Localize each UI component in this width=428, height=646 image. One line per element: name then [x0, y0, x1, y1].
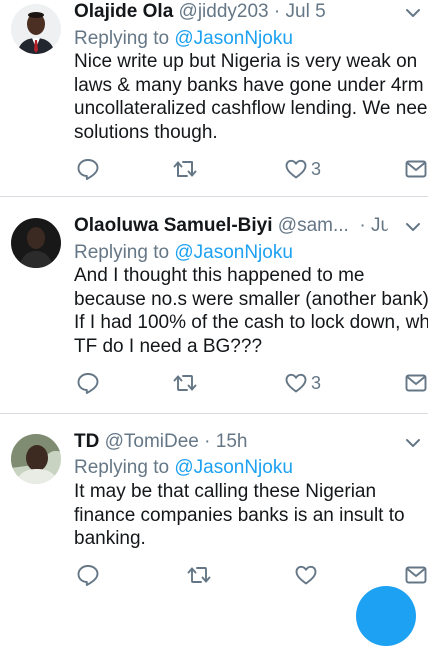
retweet-icon: [186, 563, 212, 587]
tweet-text-line: It may be that calling these Nigerian: [74, 481, 377, 502]
avatar[interactable]: [11, 434, 61, 484]
retweet-icon: [172, 371, 198, 395]
like-button[interactable]: 3: [284, 155, 321, 183]
tweet[interactable]: TD @TomiDee · 15h Replying to @JasonNjok…: [0, 414, 428, 600]
reply-icon: [76, 157, 100, 181]
message-icon: [404, 563, 428, 587]
avatar[interactable]: [11, 4, 61, 54]
mention-link[interactable]: @JasonNjoku: [174, 242, 293, 263]
tweet[interactable]: Olajide Ola @jiddy203 · Jul 5 Replying t…: [0, 0, 428, 196]
dot-separator: ·: [354, 215, 366, 236]
tweet-actions: 3: [74, 369, 428, 397]
timestamp[interactable]: Jul 5: [286, 1, 326, 22]
mention-link[interactable]: @JasonNjoku: [174, 28, 293, 49]
tweet-text-line: finance companies banks is an insult to: [74, 504, 405, 526]
tweet-header: Olajide Ola @jiddy203 · Jul 5: [74, 0, 388, 24]
like-count: 3: [311, 372, 322, 393]
dot-separator: ·: [273, 1, 281, 22]
reply-button[interactable]: [76, 561, 100, 589]
replying-to: Replying to @JasonNjoku: [74, 456, 293, 480]
display-name[interactable]: Olaoluwa Samuel-Biyi: [74, 215, 273, 236]
retweet-button[interactable]: [172, 155, 198, 183]
like-button[interactable]: 3: [284, 369, 321, 397]
tweet-text-line: Nice write up but Nigeria is very weak o…: [74, 51, 418, 72]
like-icon: [294, 563, 318, 587]
like-button[interactable]: [294, 561, 321, 589]
reply-button[interactable]: [76, 155, 100, 183]
message-button[interactable]: [404, 155, 428, 183]
like-count: 3: [311, 158, 322, 179]
tweet-text-line: And I thought this happened to me: [74, 265, 365, 286]
like-icon: [284, 371, 308, 395]
display-name[interactable]: TD: [74, 431, 99, 452]
replying-prefix: Replying to: [74, 28, 170, 49]
retweet-icon: [172, 157, 198, 181]
tweet-text: Nice write up but Nigeria is very weak o…: [74, 50, 428, 144]
handle[interactable]: @sam...: [278, 215, 349, 236]
tweet-text-line: TF do I need a BG???: [74, 335, 263, 357]
handle[interactable]: @TomiDee: [105, 431, 199, 452]
chevron-down-icon[interactable]: [404, 434, 422, 452]
message-button[interactable]: [404, 369, 428, 397]
avatar[interactable]: [11, 218, 61, 268]
like-icon: [284, 157, 308, 181]
mention-link[interactable]: @JasonNjoku: [174, 457, 293, 478]
reply-button[interactable]: [76, 369, 100, 397]
timestamp[interactable]: 15h: [216, 431, 248, 452]
message-icon: [404, 157, 428, 181]
tweet[interactable]: Olaoluwa Samuel-Biyi @sam... · Jul 5 Rep…: [0, 197, 428, 413]
timestamp[interactable]: Jul 5: [371, 215, 388, 236]
dot-separator: ·: [204, 431, 211, 452]
tweet-actions: 3: [74, 155, 428, 183]
replying-prefix: Replying to: [74, 457, 170, 478]
tweet-actions: [74, 561, 428, 589]
retweet-button[interactable]: [172, 369, 198, 397]
display-name[interactable]: Olajide Ola: [74, 1, 173, 22]
tweet-text-line: laws & many banks have gone under 4rm: [74, 74, 424, 96]
tweet-text-line: because no.s were smaller (another bank)…: [74, 288, 428, 310]
message-button[interactable]: [404, 561, 428, 589]
replying-prefix: Replying to: [74, 242, 170, 263]
tweet-text-line: banking.: [74, 528, 146, 549]
tweet-text-line: uncollateralized cashflow lending. We ne…: [74, 98, 428, 119]
tweet-header: TD @TomiDee · 15h: [74, 430, 388, 454]
tweet-text: And I thought this happened to me becaus…: [74, 264, 428, 358]
chevron-down-icon[interactable]: [404, 218, 422, 236]
tweet-text-line: If I had 100% of the cash to lock down, …: [74, 312, 428, 333]
retweet-button[interactable]: [186, 561, 212, 589]
reply-icon: [76, 371, 100, 395]
handle[interactable]: @jiddy203: [179, 1, 269, 22]
reply-icon: [76, 563, 100, 587]
replying-to: Replying to @JasonNjoku: [74, 241, 293, 265]
chevron-down-icon[interactable]: [404, 4, 422, 22]
replying-to: Replying to @JasonNjoku: [74, 27, 293, 51]
tweet-header: Olaoluwa Samuel-Biyi @sam... · Jul 5: [74, 214, 388, 238]
compose-fab-button[interactable]: [356, 586, 416, 646]
tweet-text: It may be that calling these Nigerian fi…: [74, 480, 424, 551]
message-icon: [404, 371, 428, 395]
tweet-text-line: solutions though.: [74, 121, 218, 143]
